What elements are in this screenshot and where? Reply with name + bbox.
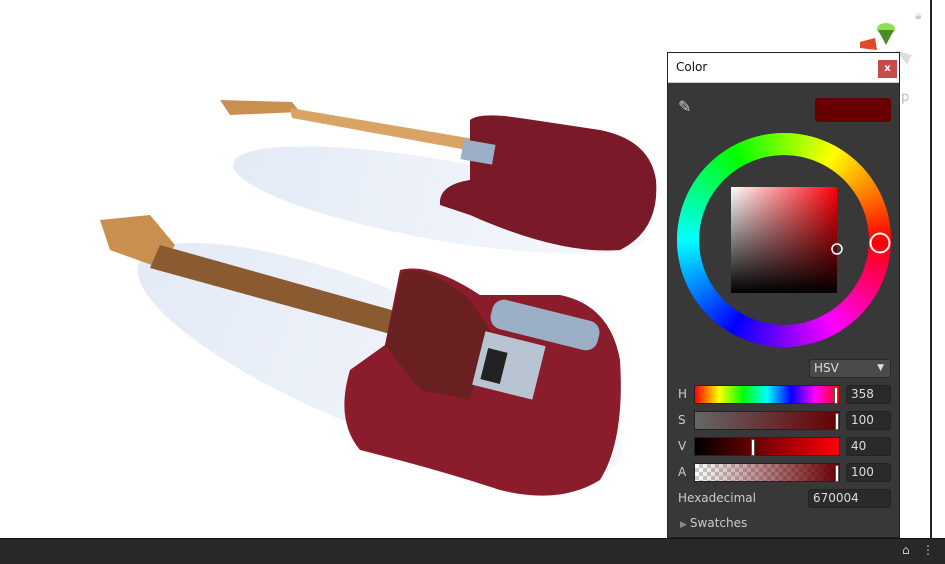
hue-label: H: [678, 387, 688, 401]
saturation-field[interactable]: 100: [846, 411, 891, 430]
color-wheel[interactable]: [675, 131, 893, 349]
hex-label: Hexadecimal: [678, 491, 756, 505]
more-options-icon[interactable]: ⋮: [922, 543, 934, 557]
value-row: V 40: [668, 437, 901, 457]
chevron-down-icon: ▼: [877, 363, 884, 373]
bottom-toolbar: ⌂ ⋮: [0, 538, 945, 564]
lock-icon[interactable]: ⌂: [902, 543, 910, 557]
value-label: V: [678, 439, 687, 453]
current-color-swatch: [815, 98, 891, 122]
saturation-row: S 100: [668, 411, 901, 431]
alpha-row: A 100: [668, 463, 901, 483]
hue-row: H 358: [668, 385, 901, 405]
value-field[interactable]: 40: [846, 437, 891, 456]
alpha-label: A: [678, 465, 687, 479]
color-mode-dropdown[interactable]: HSV ▼: [809, 359, 891, 378]
saturation-slider[interactable]: [694, 411, 840, 430]
value-slider[interactable]: [694, 437, 840, 456]
mode-value: HSV: [814, 361, 839, 375]
right-edge-strip: [930, 0, 945, 538]
slider-handle[interactable]: [835, 465, 839, 482]
title-bar[interactable]: Color x: [668, 53, 899, 83]
hue-slider[interactable]: [694, 385, 840, 404]
lock-icon[interactable]: 🔒︎: [915, 8, 921, 23]
color-picker-window: Color x ✎ HSV ▼ H 358 S 100 V 40 A 100 He…: [667, 52, 900, 538]
saturation-label: S: [678, 413, 686, 427]
window-title: Color: [676, 60, 708, 74]
swatches-foldout[interactable]: ▶ Swatches: [680, 516, 747, 530]
alpha-field[interactable]: 100: [846, 463, 891, 482]
swatches-label: Swatches: [689, 516, 748, 530]
hex-field[interactable]: 670004: [808, 489, 891, 508]
projection-label[interactable]: p: [901, 90, 909, 105]
close-button[interactable]: x: [878, 60, 897, 78]
alpha-slider[interactable]: [694, 463, 840, 482]
hue-field[interactable]: 358: [846, 385, 891, 404]
slider-handle[interactable]: [835, 413, 839, 430]
slider-handle[interactable]: [834, 387, 839, 404]
eyedropper-icon[interactable]: ✎: [678, 97, 691, 116]
slider-handle[interactable]: [751, 439, 755, 456]
triangle-right-icon: ▶: [680, 520, 687, 530]
